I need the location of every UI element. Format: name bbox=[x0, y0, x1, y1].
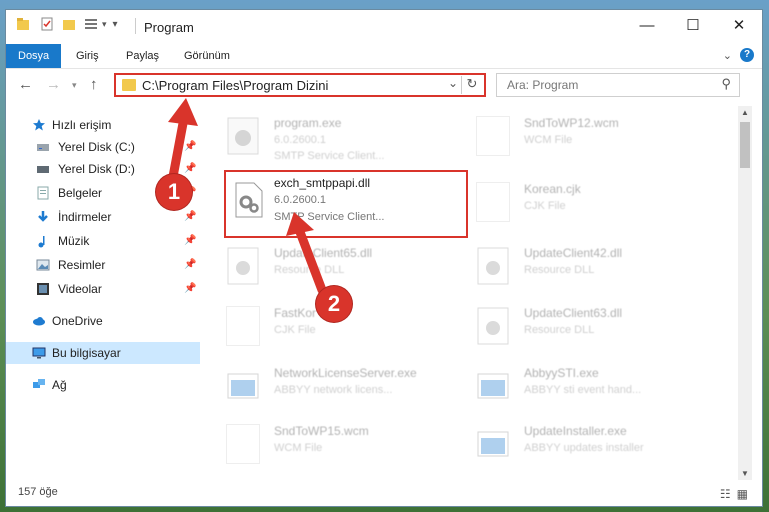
arrow-1-head bbox=[168, 98, 198, 126]
step-badge-2: 2 bbox=[316, 286, 352, 322]
arrow-1 bbox=[167, 113, 189, 187]
step-badge-1: 1 bbox=[156, 174, 192, 210]
arrow-2 bbox=[295, 227, 327, 295]
annotation-arrows bbox=[167, 98, 327, 295]
arrow-2-head bbox=[286, 212, 314, 236]
